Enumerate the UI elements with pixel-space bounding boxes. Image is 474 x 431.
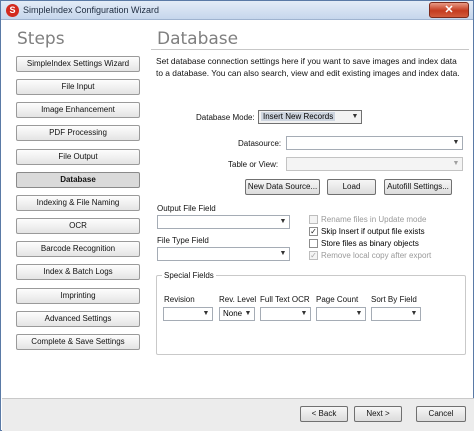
wizard-window: S SimpleIndex Configuration Wizard ✕ Ste… [0, 0, 474, 431]
page-count-label: Page Count [316, 295, 359, 304]
store-binary-checkbox[interactable]: Store files as binary objects [309, 239, 419, 248]
step-complete-save[interactable]: Complete & Save Settings [16, 334, 140, 350]
output-file-field-label: Output File Field [157, 204, 216, 213]
chevron-down-icon: ▼ [452, 160, 460, 167]
chevron-down-icon: ▼ [202, 310, 210, 317]
step-barcode-recognition[interactable]: Barcode Recognition [16, 241, 140, 257]
checkbox-box [309, 239, 318, 248]
database-mode-select[interactable]: Insert New Records ▼ [258, 110, 362, 124]
checkmark-icon: ✓ [309, 227, 318, 236]
remove-local-copy-checkbox[interactable]: ✓ Remove local copy after export [309, 251, 431, 260]
chevron-down-icon: ▼ [452, 139, 460, 146]
chevron-down-icon: ▼ [244, 310, 252, 317]
skip-insert-checkbox[interactable]: ✓ Skip Insert if output file exists [309, 227, 425, 236]
step-index-batch-logs[interactable]: Index & Batch Logs [16, 264, 140, 280]
skip-insert-label: Skip Insert if output file exists [321, 227, 425, 236]
cancel-button[interactable]: Cancel [416, 406, 466, 422]
output-file-field-select[interactable]: ▼ [157, 215, 290, 229]
close-button[interactable]: ✕ [429, 2, 469, 18]
step-settings-wizard[interactable]: SimpleIndex Settings Wizard [16, 56, 140, 72]
table-or-view-select[interactable]: ▼ [286, 157, 463, 171]
chevron-down-icon: ▼ [410, 310, 418, 317]
file-type-field-select[interactable]: ▼ [157, 247, 290, 261]
app-logo-icon: S [6, 4, 19, 17]
sort-by-field-select[interactable]: ▼ [371, 307, 421, 321]
chevron-down-icon: ▼ [279, 218, 287, 225]
load-button[interactable]: Load [327, 179, 376, 195]
step-ocr[interactable]: OCR [16, 218, 140, 234]
special-fields-group: Special Fields Revision ▼ Rev. Level Non… [156, 271, 466, 355]
step-pdf-processing[interactable]: PDF Processing [16, 125, 140, 141]
revision-select[interactable]: ▼ [163, 307, 213, 321]
step-database[interactable]: Database [16, 172, 140, 188]
page-count-select[interactable]: ▼ [316, 307, 366, 321]
database-description: Set database connection settings here if… [156, 56, 460, 78]
datasource-label: Datasource: [238, 139, 282, 148]
rename-files-label: Rename files in Update mode [321, 215, 427, 224]
full-text-ocr-label: Full Text OCR [260, 295, 310, 304]
rename-files-checkbox[interactable]: Rename files in Update mode [309, 215, 426, 224]
special-fields-title: Special Fields [162, 271, 216, 280]
step-imprinting[interactable]: Imprinting [16, 288, 140, 304]
title-bar[interactable]: S SimpleIndex Configuration Wizard ✕ [1, 1, 473, 20]
rev-level-label: Rev. Level [219, 295, 257, 304]
datasource-select[interactable]: ▼ [286, 136, 463, 150]
steps-panel: Steps SimpleIndex Settings Wizard File I… [7, 23, 145, 397]
chevron-down-icon: ▼ [355, 310, 363, 317]
table-or-view-label: Table or View: [228, 160, 279, 169]
checkmark-icon: ✓ [309, 251, 318, 260]
step-file-input[interactable]: File Input [16, 79, 140, 95]
remove-local-copy-label: Remove local copy after export [321, 251, 432, 260]
chevron-down-icon: ▼ [351, 113, 359, 120]
database-panel: Database Set database connection setting… [151, 23, 469, 397]
revision-label: Revision [164, 295, 195, 304]
new-data-source-button[interactable]: New Data Source... [245, 179, 320, 195]
database-mode-value: Insert New Records [261, 112, 336, 121]
database-mode-label: Database Mode: [196, 113, 255, 122]
steps-heading: Steps [17, 29, 65, 49]
step-image-enhancement[interactable]: Image Enhancement [16, 102, 140, 118]
step-indexing-file-naming[interactable]: Indexing & File Naming [16, 195, 140, 211]
autofill-settings-button[interactable]: Autofill Settings... [384, 179, 452, 195]
sort-by-field-label: Sort By Field [371, 295, 417, 304]
heading-divider [151, 49, 469, 50]
checkbox-box [309, 215, 318, 224]
chevron-down-icon: ▼ [300, 310, 308, 317]
next-button[interactable]: Next > [354, 406, 402, 422]
step-advanced-settings[interactable]: Advanced Settings [16, 311, 140, 327]
file-type-field-label: File Type Field [157, 236, 209, 245]
page-title: Database [157, 29, 239, 49]
window-title: SimpleIndex Configuration Wizard [23, 5, 160, 15]
store-binary-label: Store files as binary objects [321, 239, 419, 248]
step-file-output[interactable]: File Output [16, 149, 140, 165]
rev-level-value: None [223, 309, 243, 318]
rev-level-select[interactable]: None ▼ [219, 307, 255, 321]
back-button[interactable]: < Back [300, 406, 348, 422]
chevron-down-icon: ▼ [279, 250, 287, 257]
full-text-ocr-select[interactable]: ▼ [260, 307, 311, 321]
wizard-nav-bar: < Back Next > Cancel [2, 398, 474, 431]
